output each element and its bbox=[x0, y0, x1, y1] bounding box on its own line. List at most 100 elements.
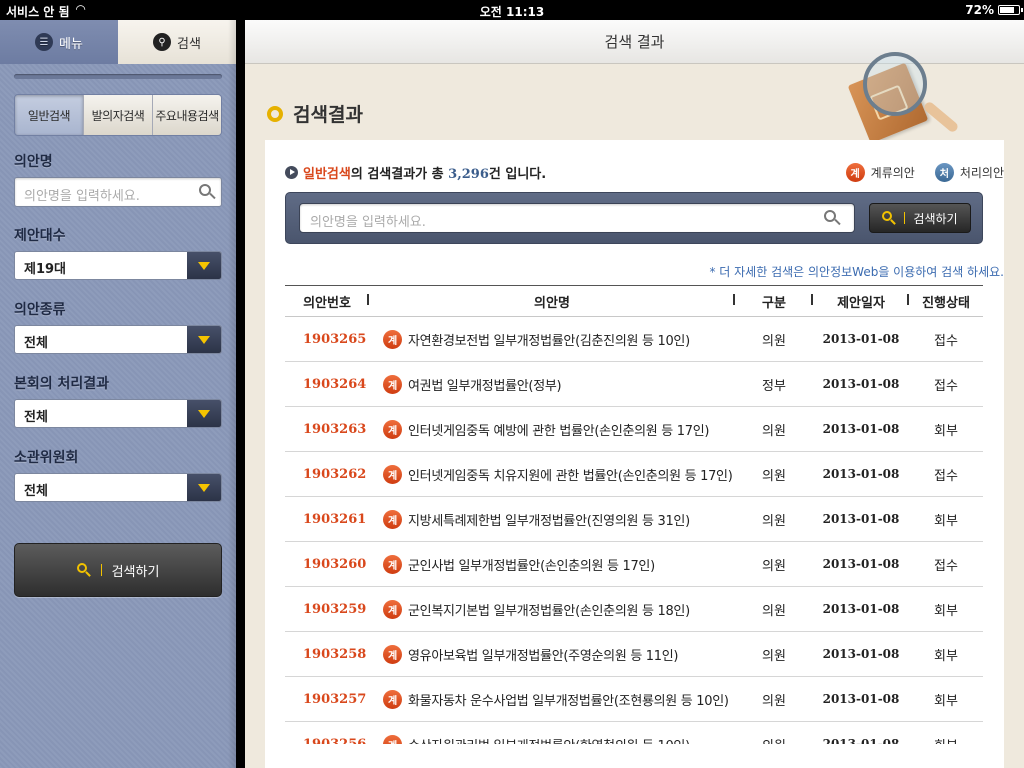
arrow-right-icon bbox=[285, 166, 298, 179]
search-icon bbox=[76, 563, 91, 577]
table-row[interactable]: 1903263 계 인터넷게임중독 예방에 관한 법률안(손인춘의원 등 17인… bbox=[285, 407, 983, 452]
proposal-date: 2013-01-08 bbox=[822, 377, 900, 391]
battery-percent: 72% bbox=[965, 3, 994, 17]
pending-badge-icon: 계 bbox=[383, 329, 402, 349]
bill-title[interactable]: 인터넷게임중독 예방에 관한 법률안(손인춘의원 등 17인) bbox=[408, 420, 709, 439]
proposal-date: 2013-01-08 bbox=[822, 332, 900, 346]
bill-type: 의원 bbox=[762, 693, 786, 709]
search-icon[interactable] bbox=[199, 184, 216, 200]
bill-status: 접수 bbox=[934, 468, 958, 484]
bill-name-cell: 계 인터넷게임중독 예방에 관한 법률안(손인춘의원 등 17인) bbox=[369, 419, 735, 439]
search-type-content[interactable]: 주요내용검색 bbox=[153, 95, 221, 135]
search-bar: 의안명을 입력하세요. 검색하기 bbox=[285, 192, 983, 244]
column-header-type[interactable]: 구분 bbox=[735, 292, 813, 311]
dropdown-arrow-icon[interactable] bbox=[187, 474, 221, 501]
column-header-bill-name[interactable]: 의안명 bbox=[369, 292, 735, 311]
bill-type: 의원 bbox=[762, 603, 786, 619]
table-row[interactable]: 1903265 계 자연환경보전법 일부개정법률안(김춘진의원 등 10인) 의… bbox=[285, 317, 983, 362]
table-row[interactable]: 1903259 계 군인복지기본법 일부개정법률안(손인춘의원 등 18인) 의… bbox=[285, 587, 983, 632]
sidebar-tabs: ☰ 메뉴 ⚲ 검색 bbox=[0, 20, 236, 64]
pending-badge-icon: 계 bbox=[383, 419, 402, 439]
term-select[interactable]: 제19대 bbox=[14, 251, 222, 280]
bill-title[interactable]: 군인복지기본법 일부개정법률안(손인춘의원 등 18인) bbox=[408, 600, 690, 619]
term-value: 제19대 bbox=[24, 262, 67, 277]
bill-type: 의원 bbox=[735, 735, 813, 745]
kind-select[interactable]: 전체 bbox=[14, 325, 222, 354]
proposal-date: 2013-01-08 bbox=[822, 602, 900, 616]
search-type-segmented-control: 일반검색 발의자검색 주요내용검색 bbox=[14, 94, 222, 136]
status-bar: 서비스 안 됨 ◠ 오전 11:13 72% bbox=[0, 0, 1024, 20]
table-row[interactable]: 1903258 계 영유아보육법 일부개정법률안(주영순의원 등 11인) 의원… bbox=[285, 632, 983, 677]
bill-type: 의원 bbox=[762, 513, 786, 529]
magnifier-icon bbox=[863, 52, 927, 116]
bill-title[interactable]: 자연환경보전법 일부개정법률안(김춘진의원 등 10인) bbox=[408, 330, 690, 349]
bill-title[interactable]: 영유아보육법 일부개정법률안(주영순의원 등 11인) bbox=[408, 645, 678, 664]
search-button[interactable]: 검색하기 bbox=[869, 203, 971, 233]
bill-title[interactable]: 화물자동차 운수사업법 일부개정법률안(조현룡의원 등 10인) bbox=[408, 690, 729, 709]
bill-name-input[interactable]: 의안명을 입력하세요. bbox=[14, 177, 222, 207]
table-row[interactable]: 1903257 계 화물자동차 운수사업법 일부개정법률안(조현룡의원 등 10… bbox=[285, 677, 983, 722]
dropdown-arrow-icon[interactable] bbox=[187, 252, 221, 279]
main-content: 검색 결과 검색결과 일반검색의 검색결과가 총 3,296건 입니다. 계 계… bbox=[245, 20, 1024, 768]
battery-icon bbox=[998, 5, 1023, 15]
table-row[interactable]: 1903261 계 지방세특례제한법 일부개정법률안(진영의원 등 31인) 의… bbox=[285, 497, 983, 542]
bill-status: 회부 bbox=[934, 693, 958, 709]
results-panel: 일반검색의 검색결과가 총 3,296건 입니다. 계 계류의안 처 처리의안 … bbox=[265, 140, 1004, 768]
bill-title[interactable]: 군인사법 일부개정법률안(손인춘의원 등 17인) bbox=[408, 555, 655, 574]
table-body[interactable]: 1903265 계 자연환경보전법 일부개정법률안(김춘진의원 등 10인) 의… bbox=[285, 317, 983, 744]
separator bbox=[100, 564, 102, 576]
pending-badge-icon: 계 bbox=[383, 599, 402, 619]
table-row[interactable]: 1903264 계 여권법 일부개정법률안(정부) 정부 2013-01-08 … bbox=[285, 362, 983, 407]
table-row[interactable]: 1903256 계 수산자원관리법 일부개정법률안(한영철의원 등 10인) 의… bbox=[285, 722, 983, 744]
bill-name-cell: 계 영유아보육법 일부개정법률안(주영순의원 등 11인) bbox=[369, 644, 735, 664]
bill-name-cell: 계 화물자동차 운수사업법 일부개정법률안(조현룡의원 등 10인) bbox=[369, 689, 735, 709]
pending-badge-icon: 계 bbox=[383, 464, 402, 484]
column-header-status[interactable]: 진행상태 bbox=[909, 292, 983, 311]
bill-title[interactable]: 인터넷게임중독 치유지원에 관한 법률안(손인춘의원 등 17인) bbox=[408, 465, 733, 484]
bill-status: 회부 bbox=[909, 735, 983, 745]
column-header-date[interactable]: 제안일자 bbox=[813, 292, 909, 311]
pending-badge-icon: 계 bbox=[383, 509, 402, 529]
bill-type: 의원 bbox=[762, 468, 786, 484]
bill-name-cell: 계 수산자원관리법 일부개정법률안(한영철의원 등 10인) bbox=[369, 734, 735, 745]
column-header-bill-no[interactable]: 의안번호 bbox=[285, 292, 369, 311]
bill-type: 의원 bbox=[762, 423, 786, 439]
search-input[interactable]: 의안명을 입력하세요. bbox=[299, 203, 855, 233]
result-summary: 일반검색의 검색결과가 총 3,296건 입니다. bbox=[285, 163, 546, 182]
summary-post: 건 입니다. bbox=[488, 167, 547, 182]
bill-type: 의원 bbox=[762, 558, 786, 574]
bill-number: 1903264 bbox=[303, 376, 367, 392]
dropdown-arrow-icon[interactable] bbox=[187, 400, 221, 427]
pending-badge-icon: 계 bbox=[383, 374, 402, 394]
search-type-general[interactable]: 일반검색 bbox=[15, 95, 84, 135]
table-row[interactable]: 1903262 계 인터넷게임중독 치유지원에 관한 법률안(손인춘의원 등 1… bbox=[285, 452, 983, 497]
table-row[interactable]: 1903260 계 군인사법 일부개정법률안(손인춘의원 등 17인) 의원 2… bbox=[285, 542, 983, 587]
tab-search[interactable]: ⚲ 검색 bbox=[118, 20, 236, 64]
sidebar-search-button[interactable]: 검색하기 bbox=[14, 543, 222, 597]
search-icon: ⚲ bbox=[153, 33, 172, 51]
result-label: 본회의 처리결과 bbox=[14, 376, 110, 392]
bill-number: 1903259 bbox=[303, 601, 367, 617]
dropdown-arrow-icon[interactable] bbox=[187, 326, 221, 353]
bill-type: 의원 bbox=[762, 333, 786, 349]
proposal-date: 2013-01-08 bbox=[822, 467, 900, 481]
bill-title[interactable]: 수산자원관리법 일부개정법률안(한영철의원 등 10인) bbox=[408, 735, 690, 745]
summary-count: 3,296 bbox=[448, 167, 489, 182]
result-select[interactable]: 전체 bbox=[14, 399, 222, 428]
bill-title[interactable]: 지방세특례제한법 일부개정법률안(진영의원 등 31인) bbox=[408, 510, 690, 529]
search-icon[interactable] bbox=[824, 210, 841, 226]
bill-number: 1903261 bbox=[303, 511, 367, 527]
processed-badge-icon: 처 bbox=[934, 163, 954, 182]
tab-menu[interactable]: ☰ 메뉴 bbox=[0, 20, 118, 64]
circle-bullet-icon bbox=[267, 105, 283, 122]
search-type-proposer[interactable]: 발의자검색 bbox=[84, 95, 153, 135]
committee-select[interactable]: 전체 bbox=[14, 473, 222, 502]
proposal-date: 2013-01-08 bbox=[822, 692, 900, 706]
bill-name-label: 의안명 bbox=[14, 154, 53, 170]
bill-name-cell: 계 인터넷게임중독 치유지원에 관한 법률안(손인춘의원 등 17인) bbox=[369, 464, 735, 484]
advanced-search-hint[interactable]: * 더 자세한 검색은 의안정보Web을 이용하여 검색 하세요. bbox=[709, 263, 1004, 280]
proposal-date: 2013-01-08 bbox=[822, 557, 900, 571]
kind-label: 의안종류 bbox=[14, 302, 66, 318]
bill-title[interactable]: 여권법 일부개정법률안(정부) bbox=[408, 375, 562, 394]
section-title: 검색결과 bbox=[267, 100, 363, 127]
